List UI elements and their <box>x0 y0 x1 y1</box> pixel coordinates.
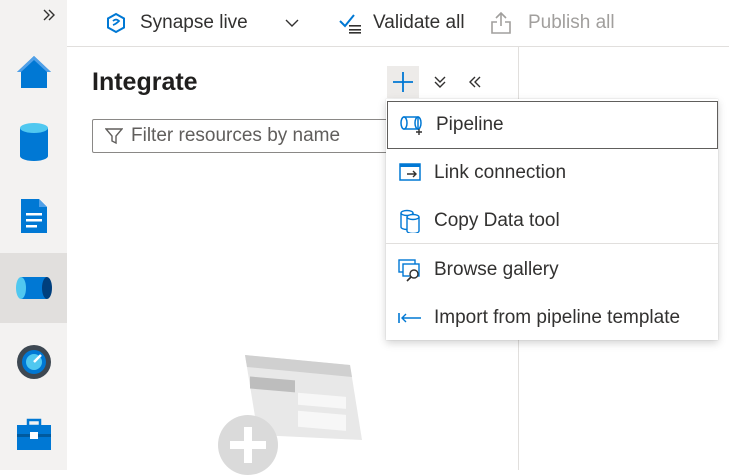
menu-item-copy-data-tool[interactable]: Copy Data tool <box>386 197 718 245</box>
nav-develop[interactable] <box>0 181 67 251</box>
filter-icon <box>105 127 123 145</box>
menu-item-label: Link connection <box>434 162 567 183</box>
chevron-down-icon <box>285 19 299 27</box>
plus-icon <box>393 72 413 92</box>
add-resource-menu: Pipeline Link connection Copy Data tool <box>386 99 718 340</box>
double-chevron-down-icon <box>434 76 446 88</box>
pipeline-add-icon <box>399 112 425 138</box>
publish-all-button[interactable]: Publish all <box>490 0 615 46</box>
nav-monitor[interactable] <box>0 327 67 397</box>
validate-checklist-icon <box>339 14 361 34</box>
home-icon <box>16 56 51 88</box>
expand-rail-button[interactable] <box>38 4 60 26</box>
left-nav-rail <box>0 0 67 470</box>
menu-item-pipeline[interactable]: Pipeline <box>387 101 718 149</box>
validate-all-button[interactable]: Validate all <box>339 0 465 46</box>
gauge-icon <box>16 345 51 379</box>
validate-all-label: Validate all <box>373 12 465 33</box>
empty-state-illustration <box>218 355 362 475</box>
collapse-panel-button[interactable] <box>459 66 491 98</box>
import-arrow-icon <box>397 305 423 331</box>
database-icon <box>19 123 48 161</box>
filter-resources-field[interactable] <box>92 119 392 153</box>
publish-upload-icon <box>491 11 511 34</box>
menu-item-browse-gallery[interactable]: Browse gallery <box>386 246 718 294</box>
menu-item-label: Import from pipeline template <box>434 307 681 328</box>
link-connection-icon <box>397 160 423 186</box>
workspace-mode-dropdown[interactable]: Synapse live <box>105 0 300 46</box>
pipeline-icon <box>15 277 52 299</box>
nav-manage[interactable] <box>0 400 67 470</box>
menu-item-label: Browse gallery <box>434 259 559 280</box>
double-chevron-left-icon <box>469 76 481 88</box>
copy-data-icon <box>397 208 423 234</box>
filter-resources-input[interactable] <box>129 124 383 148</box>
nav-data[interactable] <box>0 107 67 177</box>
top-toolbar: Synapse live Validate all Publish all <box>67 0 729 47</box>
add-new-resource-button[interactable] <box>387 66 419 98</box>
double-chevron-right-icon <box>43 9 55 21</box>
nav-home[interactable] <box>0 37 67 107</box>
expand-all-button[interactable] <box>424 66 456 98</box>
menu-item-label: Pipeline <box>436 114 504 135</box>
menu-item-label: Copy Data tool <box>434 210 560 231</box>
toolbox-icon <box>16 418 51 450</box>
page-title: Integrate <box>92 68 198 96</box>
workspace-mode-label: Synapse live <box>140 12 248 33</box>
publish-all-label: Publish all <box>528 12 615 33</box>
nav-integrate[interactable] <box>0 253 67 323</box>
menu-separator <box>386 243 718 244</box>
synapse-icon <box>107 12 125 34</box>
menu-item-import-pipeline-template[interactable]: Import from pipeline template <box>386 294 718 342</box>
gallery-icon <box>397 257 423 283</box>
document-icon <box>20 199 47 233</box>
menu-item-link-connection[interactable]: Link connection <box>386 149 718 197</box>
